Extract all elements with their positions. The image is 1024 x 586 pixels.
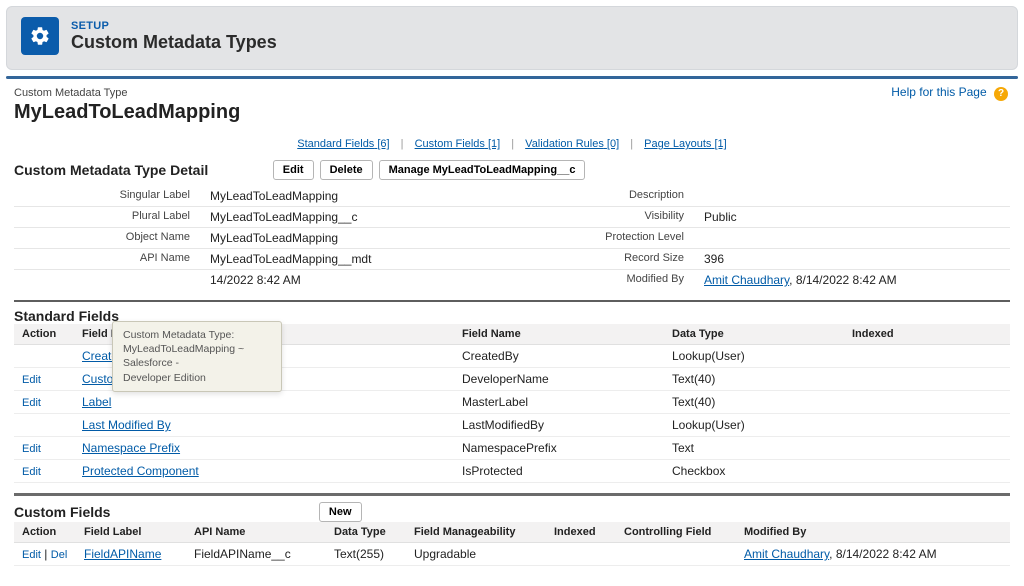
value-visibility: Public	[700, 207, 1010, 227]
nav-validation-rules[interactable]: Validation Rules [0]	[525, 138, 619, 150]
value-description	[700, 186, 1010, 206]
value-singular: MyLeadToLeadMapping	[206, 186, 516, 206]
help-for-this-page[interactable]: Help for this Page ?	[891, 85, 1008, 101]
divider	[14, 493, 1010, 496]
cf-col-data-type: Data Type	[326, 522, 406, 543]
field-name: IsProtected	[454, 460, 664, 483]
cf-col-action: Action	[14, 522, 76, 543]
cf-col-controlling: Controlling Field	[616, 522, 736, 543]
edit-link[interactable]: Edit	[22, 374, 41, 386]
label-modified-by: Modified By	[528, 270, 688, 290]
data-type: Text(40)	[664, 368, 844, 391]
related-lists-nav: Standard Fields [6] | Custom Fields [1] …	[14, 138, 1010, 150]
cf-manageability: Upgradable	[406, 543, 546, 566]
value-object-name: MyLeadToLeadMapping	[206, 228, 516, 248]
cf-col-field-label: Field Label	[76, 522, 186, 543]
label-api-name: API Name	[14, 249, 194, 269]
label-created-by	[14, 270, 194, 290]
value-record-size: 396	[700, 249, 1010, 269]
new-custom-field-button[interactable]: New	[319, 502, 362, 522]
indexed	[844, 345, 1010, 368]
col-field-name: Field Name	[454, 324, 664, 345]
page-title: Custom Metadata Types	[71, 32, 277, 53]
nav-standard-fields[interactable]: Standard Fields [6]	[297, 138, 389, 150]
object-eyebrow: Custom Metadata Type	[14, 87, 1010, 99]
delete-link[interactable]: Del	[51, 549, 68, 561]
field-label-link[interactable]: Last Modified By	[82, 418, 171, 432]
indexed	[844, 414, 1010, 437]
indexed	[844, 368, 1010, 391]
label-protection: Protection Level	[528, 228, 688, 248]
custom-fields-table: Action Field Label API Name Data Type Fi…	[14, 522, 1010, 566]
indexed	[844, 460, 1010, 483]
edit-link[interactable]: Edit	[22, 443, 41, 455]
hover-tooltip: Custom Metadata Type: MyLeadToLeadMappin…	[112, 321, 282, 392]
label-plural: Plural Label	[14, 207, 194, 227]
edit-link[interactable]: Edit	[22, 466, 41, 478]
data-type: Lookup(User)	[664, 345, 844, 368]
cf-controlling	[616, 543, 736, 566]
field-name: NamespacePrefix	[454, 437, 664, 460]
gear-icon	[21, 17, 59, 55]
data-type: Text	[664, 437, 844, 460]
indexed	[844, 391, 1010, 414]
divider	[14, 300, 1010, 302]
table-row: Edit Protected Component IsProtectedCheckb…	[14, 460, 1010, 483]
edit-button[interactable]: Edit	[273, 160, 314, 180]
field-label-link[interactable]: Protected Component	[82, 464, 199, 478]
cf-api-name: FieldAPIName__c	[186, 543, 326, 566]
value-api-name: MyLeadToLeadMapping__mdt	[206, 249, 516, 269]
cf-modified-by-user-link[interactable]: Amit Chaudhary	[744, 547, 829, 561]
col-action: Action	[14, 324, 74, 345]
cf-data-type: Text(255)	[326, 543, 406, 566]
table-row: Edit Label MasterLabelText(40)	[14, 391, 1010, 414]
label-description: Description	[528, 186, 688, 206]
label-visibility: Visibility	[528, 207, 688, 227]
value-plural: MyLeadToLeadMapping__c	[206, 207, 516, 227]
breadcrumb: SETUP	[71, 20, 277, 32]
cf-modified-by: Amit Chaudhary, 8/14/2022 8:42 AM	[736, 543, 1010, 566]
field-name: CreatedBy	[454, 345, 664, 368]
cf-col-modified-by: Modified By	[736, 522, 1010, 543]
table-row: Last Modified By LastModifiedByLookup(Use…	[14, 414, 1010, 437]
delete-button[interactable]: Delete	[320, 160, 373, 180]
label-object-name: Object Name	[14, 228, 194, 248]
data-type: Lookup(User)	[664, 414, 844, 437]
label-singular: Singular Label	[14, 186, 194, 206]
field-name: MasterLabel	[454, 391, 664, 414]
table-row: Edit Namespace Prefix NamespacePrefixText	[14, 437, 1010, 460]
nav-page-layouts[interactable]: Page Layouts [1]	[644, 138, 727, 150]
data-type: Checkbox	[664, 460, 844, 483]
indexed	[844, 437, 1010, 460]
modified-by-user-link[interactable]: Amit Chaudhary	[704, 273, 789, 287]
manage-records-button[interactable]: Manage MyLeadToLeadMapping__c	[379, 160, 586, 180]
table-row: Edit | DelFieldAPINameFieldAPIName__cTex…	[14, 543, 1010, 566]
cf-col-manageability: Field Manageability	[406, 522, 546, 543]
setup-header: SETUP Custom Metadata Types	[6, 6, 1018, 70]
field-label-link[interactable]: Label	[82, 395, 111, 409]
field-name: DeveloperName	[454, 368, 664, 391]
field-label-link[interactable]: Namespace Prefix	[82, 441, 180, 455]
cf-field-label-link[interactable]: FieldAPIName	[84, 547, 161, 561]
label-record-size: Record Size	[528, 249, 688, 269]
value-protection	[700, 228, 1010, 248]
data-type: Text(40)	[664, 391, 844, 414]
value-created-by: 14/2022 8:42 AM	[206, 270, 516, 290]
cf-indexed	[546, 543, 616, 566]
object-name: MyLeadToLeadMapping	[14, 101, 1010, 124]
edit-link[interactable]: Edit	[22, 397, 41, 409]
help-icon: ?	[994, 87, 1008, 101]
col-data-type: Data Type	[664, 324, 844, 345]
nav-custom-fields[interactable]: Custom Fields [1]	[415, 138, 501, 150]
cf-col-api-name: API Name	[186, 522, 326, 543]
col-indexed: Indexed	[844, 324, 1010, 345]
edit-link[interactable]: Edit	[22, 549, 41, 561]
value-modified-by: Amit Chaudhary, 8/14/2022 8:42 AM	[700, 270, 1010, 290]
cf-col-indexed: Indexed	[546, 522, 616, 543]
custom-fields-title: Custom Fields	[14, 504, 110, 520]
detail-section-title: Custom Metadata Type Detail	[14, 162, 208, 178]
field-name: LastModifiedBy	[454, 414, 664, 437]
